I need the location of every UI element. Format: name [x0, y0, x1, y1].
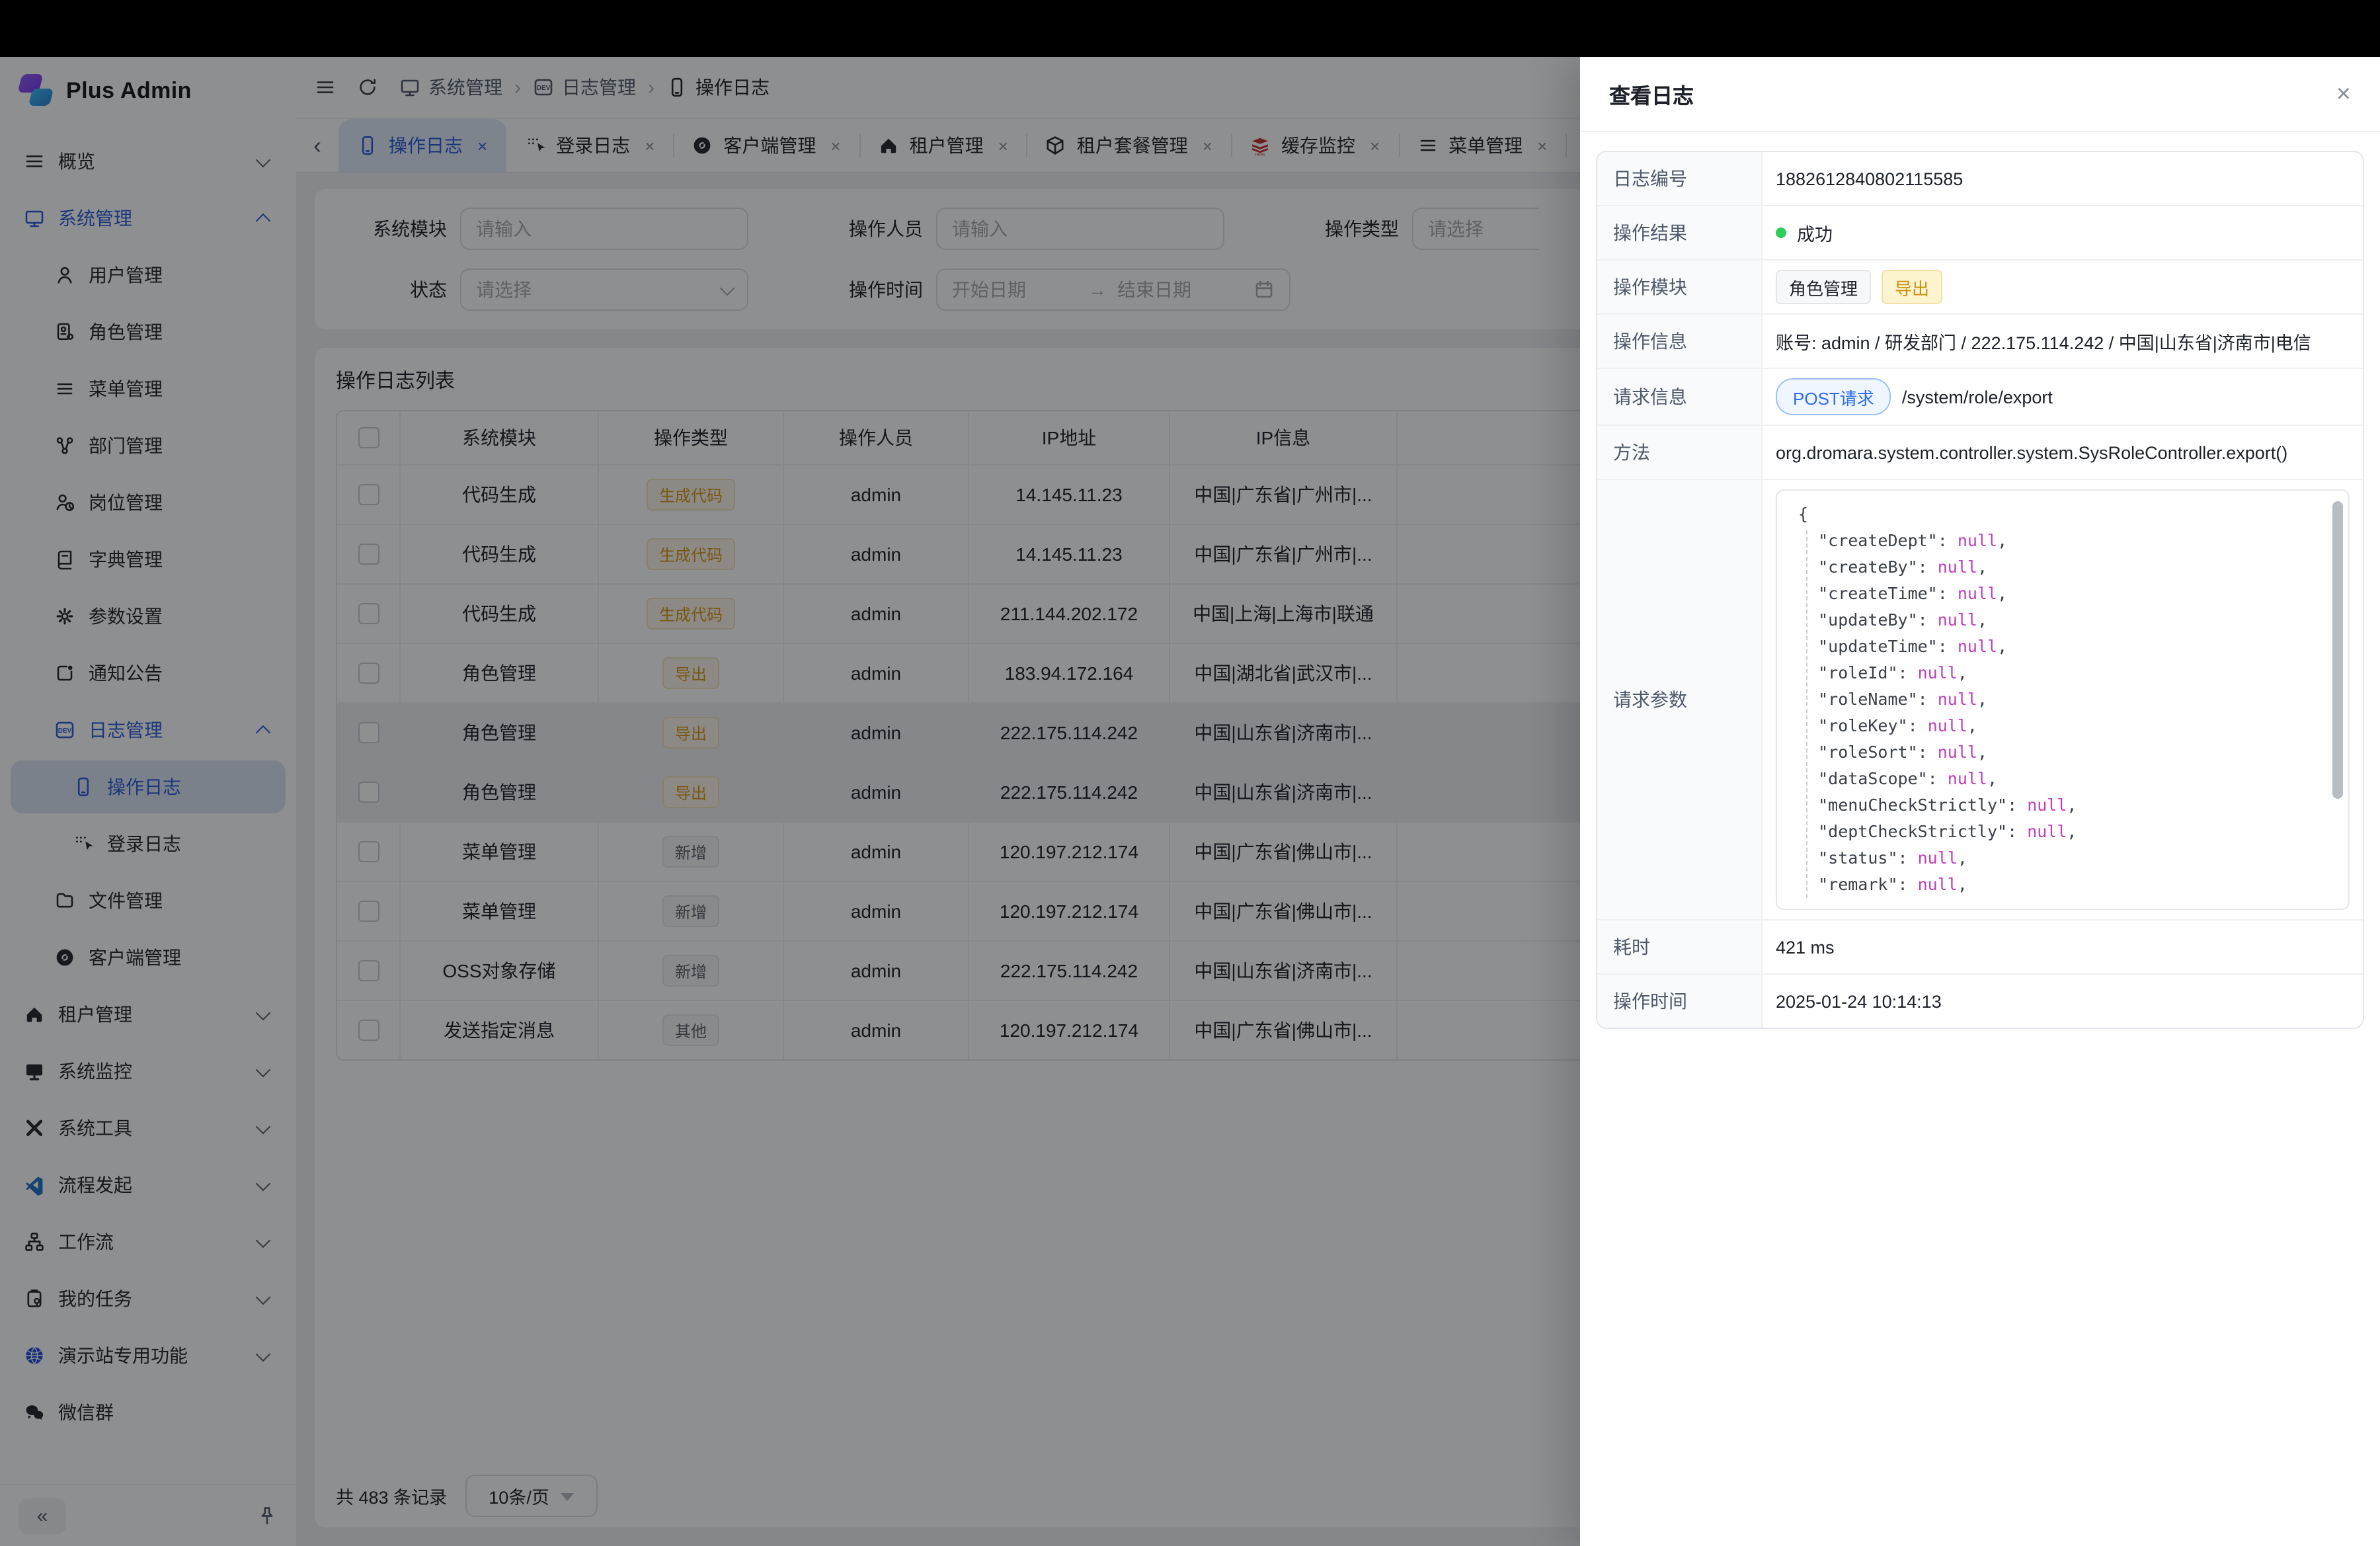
scrollbar-thumb[interactable] — [2332, 501, 2343, 799]
log-detail-table: 日志编号1882612840802115585操作结果成功操作模块角色管理导出操… — [1596, 151, 2364, 1029]
detail-row: 日志编号1882612840802115585 — [1597, 152, 2363, 205]
indent-guide — [1806, 530, 1807, 898]
detail-label: 操作时间 — [1597, 975, 1763, 1028]
detail-row: 耗时421 ms — [1597, 919, 2363, 973]
detail-label: 操作信息 — [1597, 315, 1763, 368]
detail-label: 请求信息 — [1597, 369, 1763, 425]
detail-row: 请求参数{ "createDept": null, "createBy": nu… — [1597, 479, 2363, 919]
detail-value: 角色管理导出 — [1763, 261, 2363, 313]
detail-label: 日志编号 — [1597, 152, 1763, 205]
detail-value: 421 ms — [1763, 920, 2363, 973]
detail-label: 操作结果 — [1597, 206, 1763, 259]
detail-row: 请求信息POST请求/system/role/export — [1597, 368, 2363, 425]
detail-row: 方法org.dromara.system.controller.system.S… — [1597, 425, 2363, 479]
detail-row: 操作时间2025-01-24 10:14:13 — [1597, 973, 2363, 1028]
detail-label: 请求参数 — [1597, 480, 1763, 919]
drawer-title: 查看日志 — [1609, 78, 1694, 110]
detail-value: org.dromara.system.controller.system.Sys… — [1763, 426, 2363, 479]
json-content: { "createDept": null, "createBy": null, … — [1798, 501, 2330, 898]
request-params-code[interactable]: { "createDept": null, "createBy": null, … — [1776, 489, 2350, 910]
detail-value: 成功 — [1763, 206, 2363, 259]
success-dot-icon — [1776, 227, 1786, 238]
detail-row: 操作信息账号: admin / 研发部门 / 222.175.114.242 /… — [1597, 313, 2363, 368]
detail-label: 耗时 — [1597, 920, 1763, 973]
detail-row: 操作结果 成功 — [1597, 205, 2363, 259]
top-black-bar — [0, 0, 2380, 57]
detail-value: POST请求/system/role/export — [1763, 369, 2363, 425]
module-tag: 角色管理 — [1776, 270, 1871, 304]
detail-row: 操作模块角色管理导出 — [1597, 259, 2363, 313]
detail-value: { "createDept": null, "createBy": null, … — [1763, 480, 2363, 919]
screen: Plus Admin 概览系统管理用户管理角色管理菜单管理部门管理岗位管理字典管… — [0, 0, 2380, 1546]
result-text: 成功 — [1797, 220, 1833, 246]
view-log-drawer: 查看日志 × 日志编号1882612840802115585操作结果 成功操作模块… — [1580, 57, 2380, 1546]
modal-overlay[interactable] — [0, 57, 1580, 1546]
module-tag: 导出 — [1882, 270, 1942, 304]
post-request-badge: POST请求 — [1776, 378, 1891, 415]
close-icon[interactable]: × — [2336, 81, 2351, 106]
drawer-body: 日志编号1882612840802115585操作结果成功操作模块角色管理导出操… — [1580, 132, 2380, 1546]
detail-label: 操作模块 — [1597, 261, 1763, 313]
detail-value: 1882612840802115585 — [1763, 152, 2363, 205]
detail-value: 2025-01-24 10:14:13 — [1763, 975, 2363, 1028]
detail-label: 方法 — [1597, 426, 1763, 479]
detail-value: 账号: admin / 研发部门 / 222.175.114.242 / 中国|… — [1763, 315, 2363, 368]
drawer-header: 查看日志 × — [1580, 57, 2380, 132]
request-path: /system/role/export — [1902, 387, 2053, 407]
